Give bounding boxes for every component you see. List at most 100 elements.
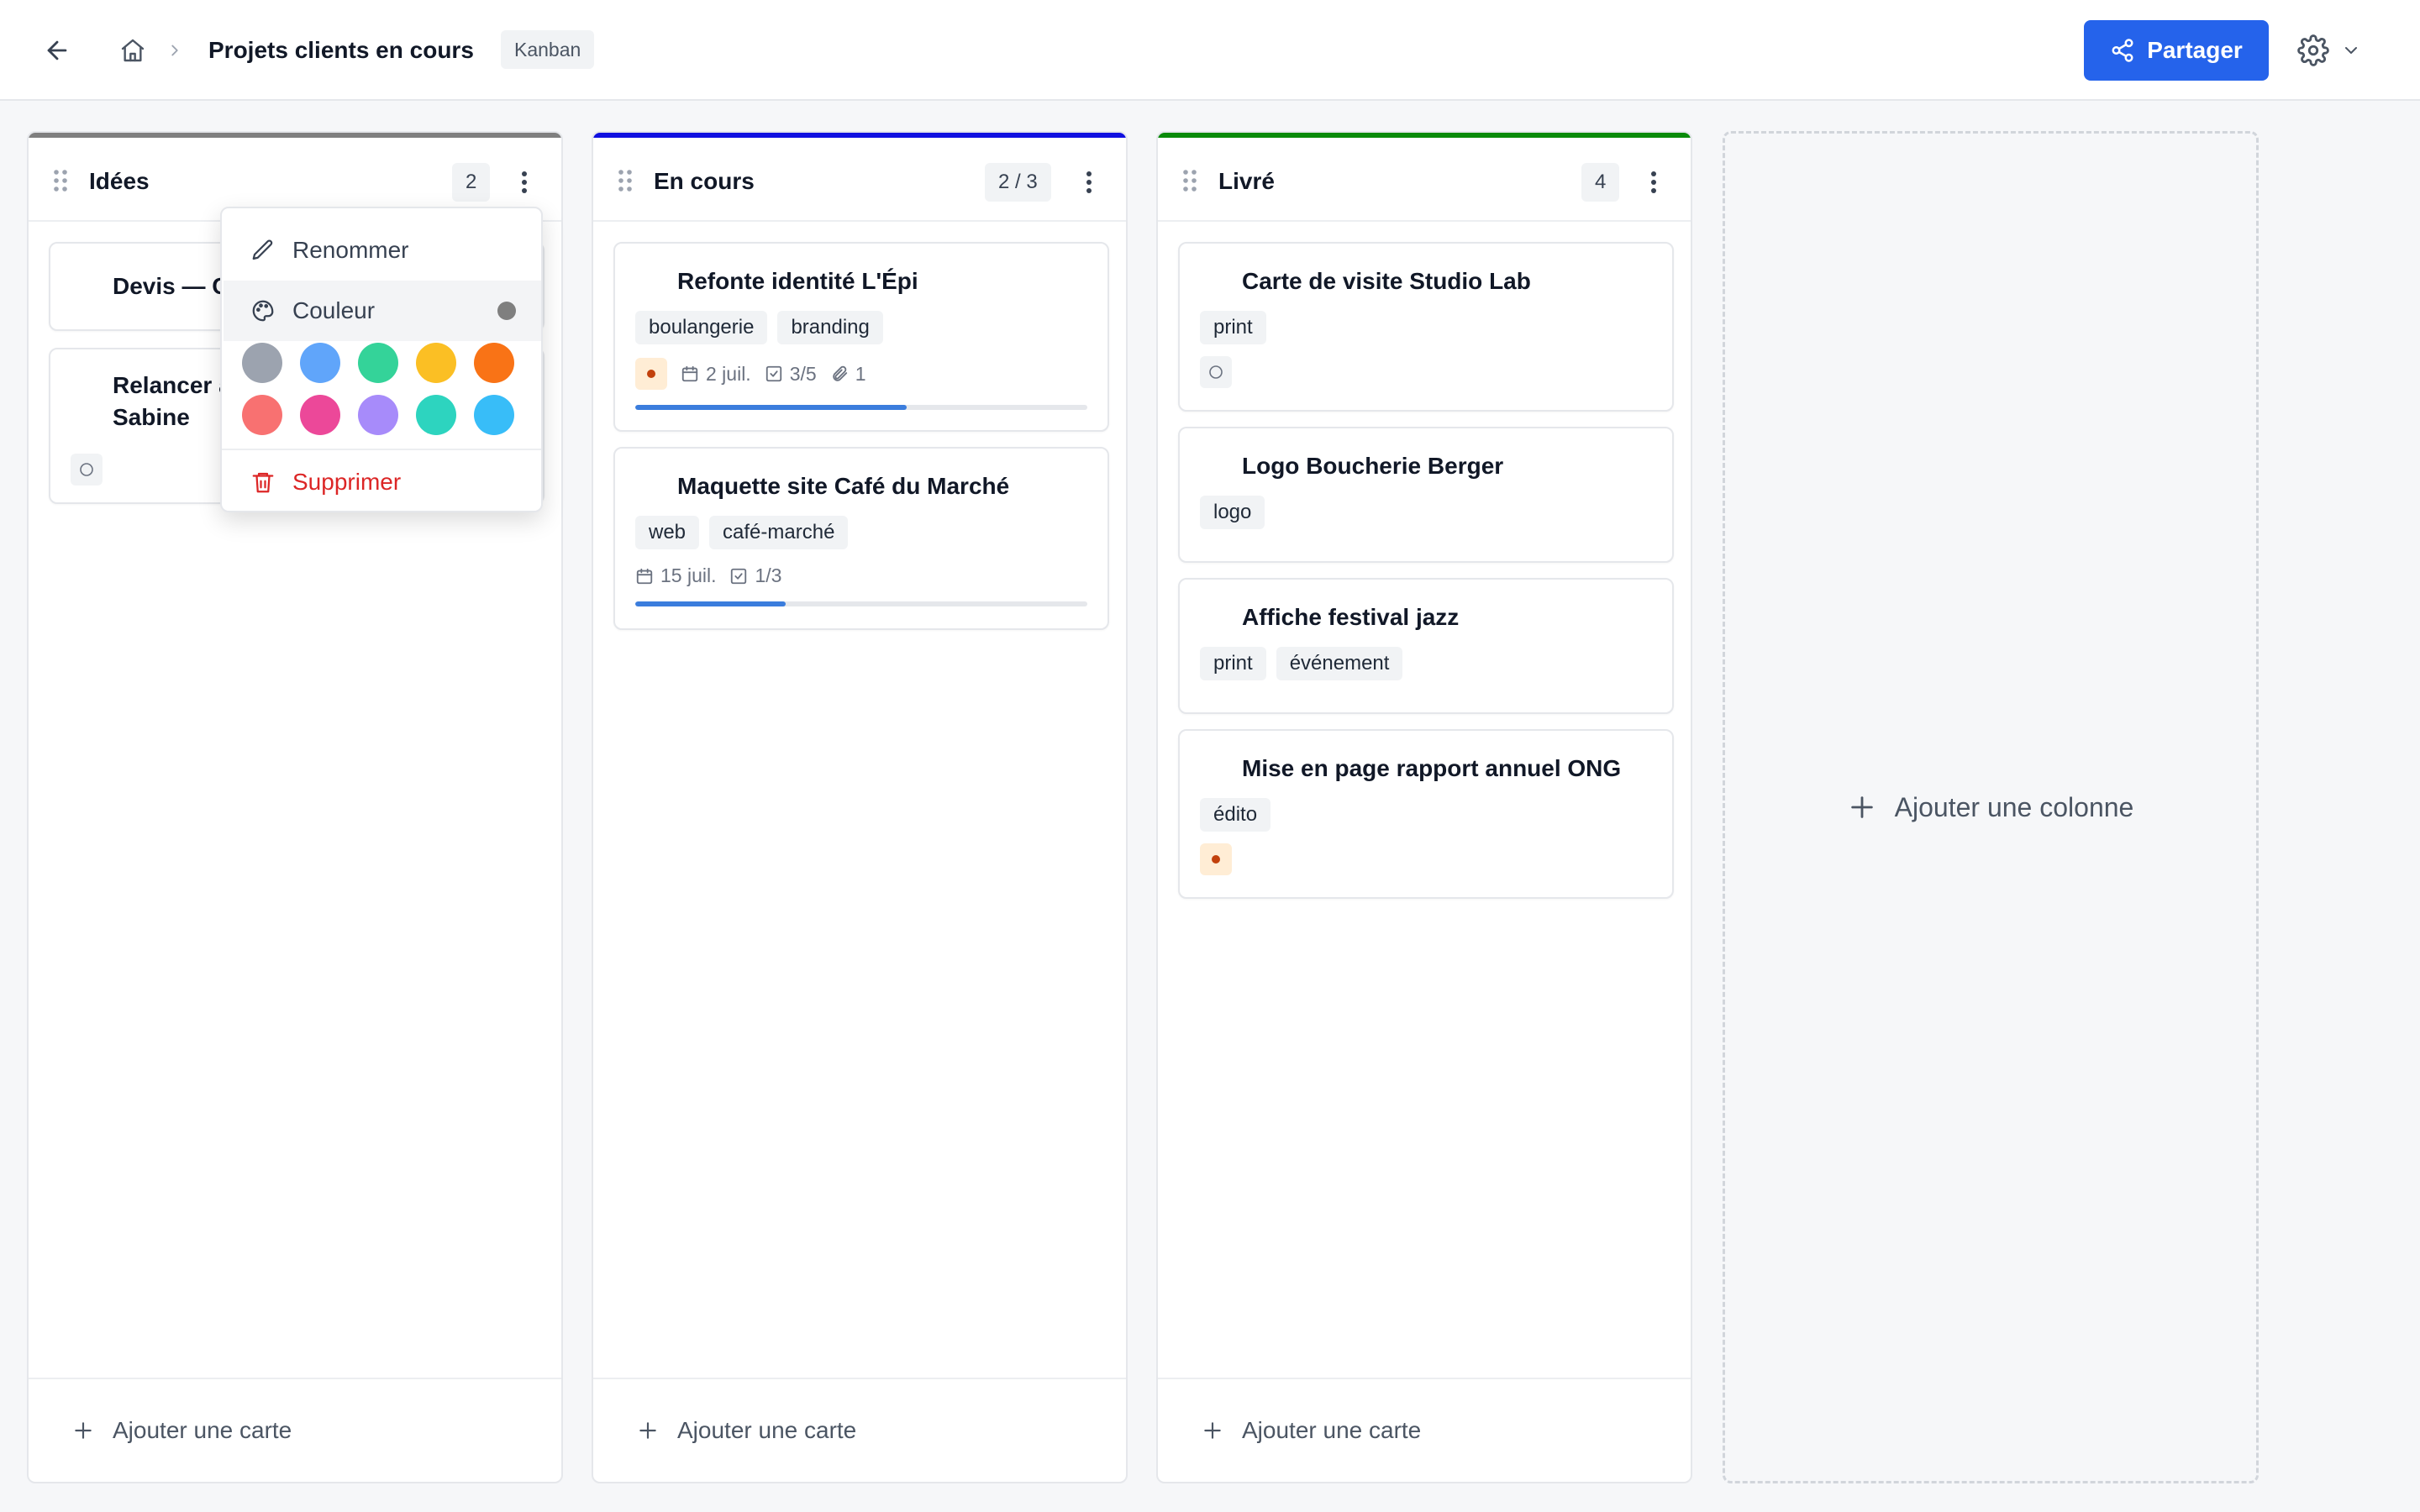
priority-high-icon[interactable] (635, 358, 667, 390)
card-tag: branding (777, 311, 883, 344)
card-title-line: Relancer a (113, 372, 232, 398)
attachment-count: 1 (830, 362, 866, 386)
card[interactable]: Affiche festival jazz print événement (1178, 578, 1674, 714)
card-title-line: Sabine (113, 404, 190, 430)
column-card-count: 4 (1581, 163, 1620, 202)
trash-icon (252, 472, 274, 493)
delete-menu-item[interactable]: Supprimer (224, 452, 541, 512)
color-label: Couleur (292, 297, 376, 323)
calendar-icon (636, 568, 653, 584)
card-tag: boulangerie (635, 311, 768, 344)
rename-label: Renommer (292, 237, 409, 263)
priority-none-icon[interactable] (71, 454, 103, 486)
card[interactable]: Mise en page rapport annuel ONG édito (1178, 729, 1674, 899)
home-icon[interactable] (113, 30, 153, 71)
card-title: Maquette site Café du Marché (677, 473, 1010, 499)
add-card-button[interactable]: Ajouter une carte (593, 1378, 1126, 1482)
add-column-button[interactable]: Ajouter une colonne (1723, 131, 2259, 1483)
column-card-count: 2 / 3 (985, 163, 1051, 202)
share-icon (2112, 39, 2133, 62)
checkbox-icon (765, 365, 781, 382)
card-title: Mise en page rapport annuel ONG (1242, 755, 1622, 781)
top-bar: Projets clients en cours Kanban Partager (0, 0, 2420, 101)
color-swatch-red[interactable] (242, 395, 282, 435)
due-date: 15 juil. (635, 564, 716, 587)
card[interactable]: Carte de visite Studio Lab print (1178, 242, 1674, 412)
back-arrow-icon[interactable] (37, 30, 77, 71)
column-more-icon[interactable] (508, 163, 541, 202)
checklist-text: 3/5 (789, 362, 817, 385)
card[interactable]: Refonte identité L'Épi boulangerie brand… (613, 242, 1109, 432)
column-more-icon[interactable] (1637, 163, 1670, 202)
pencil-icon (252, 239, 273, 260)
progress-fill (635, 601, 786, 606)
rename-menu-item[interactable]: Renommer (224, 220, 541, 281)
add-card-label: Ajouter une carte (113, 1417, 292, 1443)
column-header: Livré 4 (1158, 138, 1691, 222)
card-tag: événement (1276, 647, 1403, 680)
due-date-text: 2 juil. (706, 362, 751, 385)
color-swatch-blue[interactable] (300, 343, 340, 383)
plus-icon (1850, 796, 1873, 818)
card[interactable]: Maquette site Café du Marché web café-ma… (613, 447, 1109, 630)
color-swatch-pink[interactable] (300, 395, 340, 435)
add-column-label: Ajouter une colonne (1894, 791, 2134, 822)
gear-icon (2297, 34, 2329, 66)
card-tag: print (1200, 311, 1266, 344)
card-tag: web (635, 516, 700, 549)
card[interactable]: Logo Boucherie Berger logo (1178, 427, 1674, 563)
checklist-count: 1/3 (729, 564, 781, 587)
column-title[interactable]: Livré (1218, 165, 1275, 198)
column-title[interactable]: Idées (89, 165, 150, 198)
column-title[interactable]: En cours (654, 165, 755, 198)
drag-handle-icon[interactable] (617, 168, 634, 193)
progress-bar (635, 601, 1087, 606)
card-title: Logo Boucherie Berger (1242, 453, 1504, 479)
settings-menu-button[interactable] (2297, 29, 2373, 72)
color-menu-item[interactable]: Couleur (224, 281, 541, 341)
attachment-text: 1 (855, 362, 866, 385)
chevron-down-icon (2345, 47, 2357, 54)
calendar-icon (681, 365, 698, 382)
column-livre: Livré 4 Carte de visite Studio Lab print… (1156, 131, 1692, 1483)
current-color-dot (497, 302, 516, 320)
drag-handle-icon[interactable] (1181, 168, 1198, 193)
plus-icon (75, 1422, 92, 1439)
plus-icon (639, 1422, 656, 1439)
color-swatch-purple[interactable] (358, 395, 398, 435)
color-swatch-sky[interactable] (474, 395, 514, 435)
color-swatch-green[interactable] (358, 343, 398, 383)
menu-divider (222, 449, 541, 450)
card-title: Refonte identité L'Épi (677, 268, 918, 294)
card-title: Carte de visite Studio Lab (1242, 268, 1531, 294)
add-card-label: Ajouter une carte (1242, 1417, 1422, 1443)
card-title: Affiche festival jazz (1242, 604, 1460, 630)
column-more-icon[interactable] (1072, 163, 1106, 202)
card-title: Devis — C (113, 273, 229, 299)
share-button[interactable]: Partager (2084, 20, 2269, 81)
column-en-cours: En cours 2 / 3 Refonte identité L'Épi bo… (592, 131, 1128, 1483)
color-swatch-yellow[interactable] (416, 343, 456, 383)
priority-none-icon[interactable] (1200, 356, 1232, 388)
checklist-text: 1/3 (755, 564, 782, 586)
view-badge: Kanban (501, 30, 595, 69)
palette-icon (252, 300, 274, 322)
color-swatches (242, 343, 514, 435)
color-swatch-gray[interactable] (242, 343, 282, 383)
plus-icon (1204, 1422, 1221, 1439)
progress-bar (635, 405, 1087, 410)
paperclip-icon (832, 365, 847, 381)
card-tag: logo (1200, 496, 1265, 529)
add-card-label: Ajouter une carte (677, 1417, 857, 1443)
progress-fill (635, 405, 907, 410)
checkbox-icon (731, 568, 747, 584)
drag-handle-icon[interactable] (52, 168, 69, 193)
color-swatch-orange[interactable] (474, 343, 514, 383)
add-card-button[interactable]: Ajouter une carte (1158, 1378, 1691, 1482)
column-context-menu: Renommer Couleur Supprimer (220, 207, 543, 512)
priority-high-icon[interactable] (1200, 843, 1232, 875)
column-header: En cours 2 / 3 (593, 138, 1126, 222)
column-card-count: 2 (452, 163, 491, 202)
color-swatch-teal[interactable] (416, 395, 456, 435)
add-card-button[interactable]: Ajouter une carte (29, 1378, 561, 1482)
